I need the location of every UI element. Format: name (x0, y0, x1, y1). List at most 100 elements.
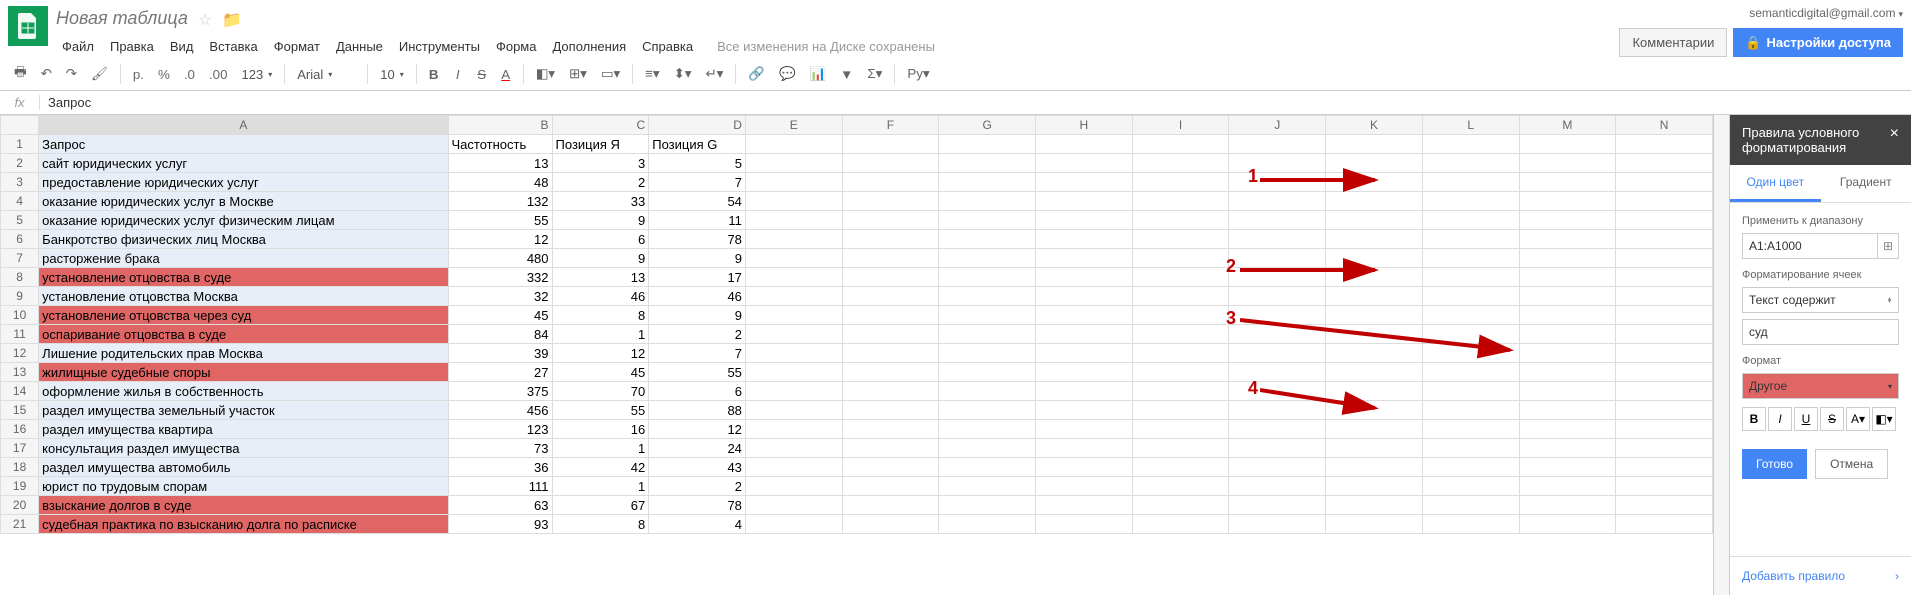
cell[interactable]: сайт юридических услуг (39, 154, 448, 173)
cell[interactable]: раздел имущества квартира (39, 420, 448, 439)
cell[interactable]: 42 (552, 458, 649, 477)
cell[interactable] (842, 173, 939, 192)
cell[interactable] (842, 211, 939, 230)
cell[interactable]: 375 (448, 382, 552, 401)
col-header[interactable]: D (649, 116, 746, 135)
cell[interactable]: 63 (448, 496, 552, 515)
cell[interactable]: 78 (649, 496, 746, 515)
cell[interactable] (745, 154, 842, 173)
col-header[interactable]: K (1326, 116, 1423, 135)
cell[interactable] (745, 420, 842, 439)
cell[interactable] (1036, 287, 1133, 306)
cell[interactable]: 6 (552, 230, 649, 249)
fontsize-select[interactable]: 10 (374, 65, 409, 84)
cell[interactable] (1616, 306, 1713, 325)
cell[interactable] (1229, 477, 1326, 496)
cell[interactable] (1229, 363, 1326, 382)
cell[interactable] (1422, 230, 1519, 249)
cell[interactable] (1519, 458, 1616, 477)
cell[interactable]: 16 (552, 420, 649, 439)
dec00-button[interactable]: .00 (203, 62, 234, 86)
menu-addons[interactable]: Дополнения (546, 35, 632, 58)
menu-help[interactable]: Справка (636, 35, 699, 58)
cell[interactable] (1616, 363, 1713, 382)
cell[interactable] (1036, 363, 1133, 382)
cell[interactable]: 1 (552, 439, 649, 458)
cell[interactable]: раздел имущества земельный участок (39, 401, 448, 420)
cell[interactable]: юрист по трудовым спорам (39, 477, 448, 496)
cell[interactable] (1616, 420, 1713, 439)
cell[interactable] (745, 135, 842, 154)
cell[interactable]: оспаривание отцовства в суде (39, 325, 448, 344)
cell[interactable]: 9 (649, 249, 746, 268)
menu-form[interactable]: Форма (490, 35, 543, 58)
cell[interactable] (1422, 363, 1519, 382)
cell[interactable] (1616, 439, 1713, 458)
cell[interactable] (1616, 249, 1713, 268)
cell[interactable]: 54 (649, 192, 746, 211)
cell[interactable] (1326, 135, 1423, 154)
cell[interactable] (1229, 496, 1326, 515)
cell[interactable]: оказание юридических услуг в Москве (39, 192, 448, 211)
cell[interactable] (1422, 192, 1519, 211)
currency-button[interactable]: р. (127, 62, 150, 86)
cell[interactable] (1519, 401, 1616, 420)
menu-format[interactable]: Формат (268, 35, 326, 58)
cell[interactable] (1229, 211, 1326, 230)
cell[interactable] (939, 382, 1036, 401)
cell[interactable] (1036, 154, 1133, 173)
cell[interactable] (1036, 325, 1133, 344)
row-header[interactable]: 4 (1, 192, 39, 211)
cell[interactable] (1132, 477, 1229, 496)
cell[interactable] (1422, 135, 1519, 154)
cell[interactable] (1036, 496, 1133, 515)
cell[interactable]: Частотность (448, 135, 552, 154)
cell[interactable] (1616, 211, 1713, 230)
cell[interactable]: 27 (448, 363, 552, 382)
cell[interactable] (745, 192, 842, 211)
cell[interactable] (842, 249, 939, 268)
cell[interactable] (1132, 458, 1229, 477)
cell[interactable]: 43 (649, 458, 746, 477)
cell[interactable] (745, 401, 842, 420)
cell[interactable] (1616, 325, 1713, 344)
cell[interactable] (939, 344, 1036, 363)
number-format[interactable]: 123 (236, 65, 279, 84)
vertical-scrollbar[interactable] (1713, 115, 1729, 595)
cell[interactable] (1132, 173, 1229, 192)
cell[interactable] (1132, 268, 1229, 287)
cell[interactable]: 2 (649, 325, 746, 344)
cell[interactable] (745, 249, 842, 268)
cell[interactable]: 1 (552, 325, 649, 344)
cell[interactable] (1616, 496, 1713, 515)
cell[interactable] (939, 268, 1036, 287)
cell[interactable] (745, 325, 842, 344)
cell[interactable] (1036, 515, 1133, 534)
rule-select[interactable]: Текст содержит (1742, 287, 1899, 313)
cell[interactable] (939, 154, 1036, 173)
font-select[interactable]: Arial (291, 65, 361, 84)
cell[interactable] (745, 268, 842, 287)
cell[interactable] (1132, 382, 1229, 401)
cell[interactable] (1422, 477, 1519, 496)
cell[interactable] (1036, 230, 1133, 249)
cell[interactable] (842, 420, 939, 439)
cell[interactable]: 5 (649, 154, 746, 173)
cell[interactable]: 2 (649, 477, 746, 496)
cell[interactable] (1326, 211, 1423, 230)
menu-view[interactable]: Вид (164, 35, 200, 58)
cell[interactable] (1519, 287, 1616, 306)
cell[interactable]: Запрос (39, 135, 448, 154)
cell[interactable]: 46 (649, 287, 746, 306)
close-icon[interactable]: × (1890, 125, 1899, 143)
cell[interactable] (1326, 458, 1423, 477)
bold-btn[interactable]: B (1742, 407, 1766, 431)
cell[interactable]: 3 (552, 154, 649, 173)
row-header[interactable]: 8 (1, 268, 39, 287)
cell[interactable] (1616, 135, 1713, 154)
cell[interactable]: 45 (448, 306, 552, 325)
row-header[interactable]: 10 (1, 306, 39, 325)
cell[interactable] (1519, 268, 1616, 287)
cell[interactable]: консультация раздел имущества (39, 439, 448, 458)
cell[interactable]: 2 (552, 173, 649, 192)
